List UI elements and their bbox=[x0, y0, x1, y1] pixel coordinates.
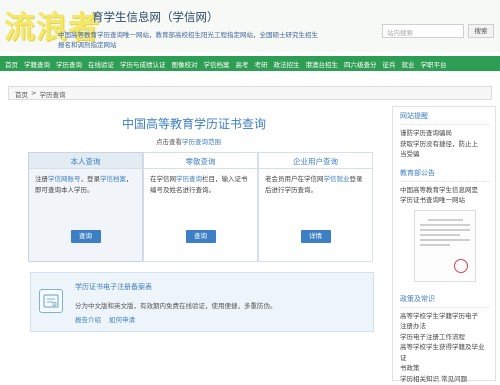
text: 注册 bbox=[35, 175, 48, 183]
enterprise-detail-button[interactable]: 详情 bbox=[300, 230, 331, 243]
breadcrumb-separator: > bbox=[31, 89, 37, 97]
policy-link[interactable]: 学历相关知识 常见问题 bbox=[400, 374, 489, 385]
notice-line-1: 中国高等教育学历查询唯一网站，教育部高校招生阳光工程指定网站，全国硕士研究生招生 bbox=[58, 31, 318, 39]
how-to-apply-link[interactable]: 如何申请 bbox=[109, 314, 135, 324]
register-link[interactable]: 学信网账号 bbox=[48, 175, 81, 183]
policy-link[interactable]: 注册办法 bbox=[400, 321, 489, 332]
section-heading: 教育部公告 bbox=[400, 168, 489, 182]
text: 在学信网 bbox=[150, 175, 176, 183]
scope-link[interactable]: 学历查询范围 bbox=[182, 138, 221, 146]
text: 栏目，输入 bbox=[202, 175, 235, 183]
reminder-text[interactable]: 获取学历没有捷径，防止上 bbox=[400, 139, 489, 150]
nav-item-degree[interactable]: 学历查询 bbox=[56, 59, 82, 69]
announcement-document-image[interactable] bbox=[414, 209, 476, 282]
text: ，登录 bbox=[80, 175, 101, 183]
cert-links: 报告介绍 如何申请 bbox=[75, 314, 135, 324]
nav-item-photo[interactable]: 图像校对 bbox=[172, 59, 198, 69]
cert-description: 分为中文版和英文版，有效期内免费在线验证，使用便捷，多重防伪。 bbox=[75, 302, 277, 310]
site-header: 流浪者 育学生信息网（学信网） 中国高等教育学历查询唯一网站，教育部高校招生阳光… bbox=[0, 0, 500, 52]
reminder-link[interactable]: 谨防学历查询骗局 bbox=[400, 128, 489, 139]
nav-item-cet[interactable]: 四六级查分 bbox=[344, 59, 377, 69]
search-input[interactable]: 站内搜索 bbox=[382, 24, 464, 38]
card-description: 老会员用户在学信网学信就业登录后进行学历查询。 bbox=[259, 169, 372, 201]
self-query-button[interactable]: 查询 bbox=[70, 230, 101, 243]
policy-link[interactable]: 学历电子注册工作流程 bbox=[400, 332, 489, 343]
breadcrumb: 首页 > 学历查询 bbox=[8, 86, 492, 100]
stamp-icon bbox=[454, 258, 468, 273]
announcement-text[interactable]: 中国高等教育学生信息网是 bbox=[400, 185, 489, 196]
policy-link[interactable]: 书政策 bbox=[400, 363, 489, 374]
cert-report-panel: 学历证书电子注册备案表 分为中文版和英文版，有效期内免费在线验证，使用便捷，多重… bbox=[30, 272, 374, 332]
nav-item-law[interactable]: 政法招生 bbox=[274, 59, 300, 69]
sidebar-section-reminders: 网站提醒 谨防学历查询骗局 获取学历没有捷径，防止上 当受骗 bbox=[393, 107, 495, 164]
sidebar: 网站提醒 谨防学历查询骗局 获取学历没有捷径，防止上 当受骗 教育部公告 中国高… bbox=[392, 106, 496, 383]
sidebar-section-announcement: 教育部公告 中国高等教育学生信息网是 学历证书查询唯一网站 bbox=[393, 164, 495, 290]
nav-item-archive[interactable]: 学信档案 bbox=[204, 59, 230, 69]
jobs-link[interactable]: 学信就业 bbox=[324, 175, 350, 183]
nav-item-kaoyan[interactable]: 考研 bbox=[255, 59, 268, 69]
card-self-query[interactable]: 本人查询 注册学信网账号，登录学信档案，即可查询本人学历。 查询 bbox=[28, 152, 143, 262]
policy-link[interactable]: 高等学校学生学籍学历电子 bbox=[400, 311, 489, 322]
report-intro-link[interactable]: 报告介绍 bbox=[75, 314, 101, 324]
breadcrumb-home[interactable]: 首页 bbox=[15, 89, 28, 99]
card-enterprise-query[interactable]: 企业用户查询 老会员用户在学信网学信就业登录后进行学历查询。 详情 bbox=[258, 152, 373, 262]
card-title: 本人查询 bbox=[29, 153, 142, 169]
card-description: 在学信网学历查询栏目，输入证书编号及姓名进行查询。 bbox=[144, 169, 257, 201]
nav-item-certify[interactable]: 学历与成绩认证 bbox=[120, 59, 166, 69]
nav-item-verify[interactable]: 在线验证 bbox=[88, 59, 114, 69]
notice-line-2: 报名和调剂指定网站 bbox=[58, 41, 117, 49]
cert-title[interactable]: 学历证书电子注册备案表 bbox=[75, 282, 152, 292]
reminder-text[interactable]: 当受骗 bbox=[400, 149, 489, 160]
nav-item-home[interactable]: 首页 bbox=[5, 59, 18, 69]
sidebar-section-policy: 政策及常识 高等学校学生学籍学历电子 注册办法 学历电子注册工作流程 高等学校学… bbox=[393, 290, 495, 385]
policy-link[interactable]: 高等学校学生获得学籍及毕业证 bbox=[400, 342, 489, 363]
casual-query-button[interactable]: 查询 bbox=[185, 230, 216, 243]
page-title: 中国高等教育学历证书查询 bbox=[122, 117, 267, 131]
card-description: 注册学信网账号，登录学信档案，即可查询本人学历。 bbox=[29, 169, 142, 201]
nav-item-gaokao[interactable]: 高考 bbox=[236, 59, 249, 69]
card-casual-query[interactable]: 零散查询 在学信网学历查询栏目，输入证书编号及姓名进行查询。 查询 bbox=[143, 152, 258, 262]
site-title[interactable]: 育学生信息网（学信网） bbox=[92, 9, 219, 25]
nav-item-enrollment[interactable]: 学籍查询 bbox=[24, 59, 50, 69]
breadcrumb-current: 学历查询 bbox=[39, 91, 66, 99]
main-nav: 首页 学籍查询 学历查询 在线验证 学历与成绩认证 图像校对 学信档案 高考 考… bbox=[0, 56, 500, 71]
nav-item-jobs[interactable]: 就业 bbox=[402, 59, 415, 69]
card-title: 零散查询 bbox=[144, 153, 257, 169]
site-notice: 中国高等教育学历查询唯一网站，教育部高校招生阳光工程指定网站，全国硕士研究生招生… bbox=[58, 30, 358, 50]
section-heading: 网站提醒 bbox=[400, 111, 489, 125]
nav-item-hmt[interactable]: 港澳台招生 bbox=[306, 59, 339, 69]
section-heading: 政策及常识 bbox=[400, 294, 489, 308]
certificate-icon bbox=[39, 289, 63, 313]
announcement-text[interactable]: 学历证书查询唯一网站 bbox=[400, 195, 489, 206]
nav-item-army[interactable]: 征兵 bbox=[383, 59, 396, 69]
nav-item-career[interactable]: 学职平台 bbox=[421, 59, 447, 69]
subtitle-prefix: 点击查看 bbox=[156, 138, 182, 146]
search-button[interactable]: 搜索 bbox=[468, 24, 494, 38]
text: 老会员用户在学信网 bbox=[265, 175, 324, 183]
card-title: 企业用户查询 bbox=[259, 153, 372, 169]
page-subtitle: 点击查看学历查询范围 bbox=[156, 136, 221, 146]
degree-query-link[interactable]: 学历查询 bbox=[176, 175, 202, 183]
archive-link[interactable]: 学信档 bbox=[100, 175, 120, 183]
